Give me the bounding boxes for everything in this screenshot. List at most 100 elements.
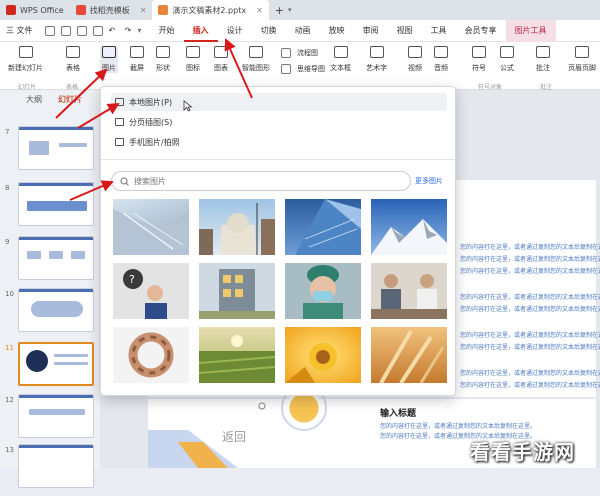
menu-transition[interactable]: 切换 [252,20,286,42]
button-label: 思维导图 [297,65,325,73]
header-footer-button[interactable]: 页眉页脚 [568,46,596,73]
menu-review[interactable]: 审阅 [354,20,388,42]
slide-text: 您的内容打在这里，或者通过复制您的文本后复制在这里。 [460,268,600,275]
search-input[interactable] [134,176,394,186]
header-footer-icon [575,46,589,58]
slide-thumb[interactable]: 13 [0,444,100,496]
undo-icon[interactable]: ↶ [109,26,119,36]
tab-label: WPS Office [20,5,64,15]
tab-slides[interactable]: 幻灯片 [58,94,82,105]
architecture-icon[interactable] [113,199,189,255]
folder-icon[interactable] [60,25,71,36]
menu-design[interactable]: 设计 [218,20,252,42]
building-icon[interactable] [199,263,275,319]
menu-phone-picture[interactable]: 手机图片/拍照 [111,133,447,151]
menu-label: 本地图片(P) [129,97,173,107]
sunflower-icon[interactable] [285,327,361,383]
button-label: 新建幻灯片 [8,64,43,72]
slide-text: 您的内容打在这里，或者通过复制您的文本后复制在这里。 [460,344,600,351]
meeting-icon[interactable] [371,263,447,319]
icon-button[interactable]: 图标 [186,46,200,73]
shape-button[interactable]: 形状 [156,46,170,73]
menu-view[interactable]: 视图 [388,20,422,42]
button-label: 页眉页脚 [568,64,596,72]
more-pictures-link[interactable]: 更多图片 [415,176,443,186]
ppt-icon [158,5,169,15]
tab-wps-office[interactable]: WPS Office [0,0,70,20]
slide-text: 您的内容打在这里，或者通过复制您的文本后复制在这里。 [460,256,600,263]
symbol-button[interactable]: 符号 [472,46,486,73]
tab-outline[interactable]: 大纲 [26,94,42,105]
mindmap-icon [281,64,291,74]
menu-tools[interactable]: 工具 [422,20,456,42]
save-icon[interactable] [44,25,55,36]
menu-vip[interactable]: 会员专享 [456,20,506,42]
menu-file[interactable]: 三 文件 [0,20,42,42]
menu-label: 手机图片/拍照 [129,137,180,147]
cathedral-icon[interactable] [199,199,275,255]
field-sunset-icon[interactable] [199,327,275,383]
search-icon [120,176,129,186]
picture-search[interactable] [111,171,411,191]
shape-icon [156,46,170,58]
video-button[interactable]: 视频 [408,46,422,73]
slide-thumb[interactable]: 7 [0,126,100,178]
menu-paged-picture[interactable]: 分页插图(S) [111,113,447,131]
wps-logo-icon [6,5,16,15]
menu-insert[interactable]: 插入 [183,20,218,42]
wheat-icon[interactable] [371,327,447,383]
wordart-button[interactable]: 艺术字 [366,46,387,73]
print-icon[interactable] [76,25,87,36]
smart-graphic-icon [249,46,263,58]
audio-icon [434,46,448,58]
menu-home[interactable]: 开始 [150,20,184,42]
slide-text: 您的内容打在这里，或者通过复制您的文本后复制在这里。 [380,423,537,430]
skyscraper-icon[interactable] [285,199,361,255]
formula-button[interactable]: 公式 [500,46,514,73]
preview-icon[interactable] [92,25,103,36]
button-label: 图表 [214,64,228,72]
new-tab-label: + [274,3,285,17]
slide-preview [18,236,94,280]
close-icon[interactable]: ✕ [256,6,263,15]
chart-button[interactable]: 图表 [214,46,228,73]
textbox-button[interactable]: 文本框 [330,46,351,73]
mindmap-button[interactable]: 思维导图 [278,64,325,74]
slide-thumb[interactable]: 9 [0,236,100,288]
tab-template[interactable]: 找稻壳模板 ✕ [70,0,153,20]
slide-thumb[interactable]: 10 [0,288,100,340]
redo-icon[interactable]: ↷ [125,26,135,36]
chevron-down-icon[interactable]: ▾ [138,26,142,35]
watermark: 看看手游网 [470,440,575,464]
slide-thumb[interactable]: 12 [0,394,100,446]
close-icon[interactable]: ✕ [140,6,147,15]
new-tab-button[interactable]: + ▾ [269,0,298,20]
comment-button[interactable]: 批注 [536,46,550,73]
hands-circle-icon[interactable] [113,327,189,383]
slide-text: 您的内容打在这里，或者通过复制您的文本后复制在这里。 [460,382,600,389]
slide-thumb[interactable]: 8 [0,182,100,234]
flowchart-button[interactable]: 流程图 [278,48,318,58]
menu-animation[interactable]: 动画 [286,20,320,42]
phone-icon [115,138,124,146]
slide-preview [18,394,94,438]
new-slide-button[interactable]: 新建幻灯片 [8,46,43,73]
mountains-icon[interactable] [371,199,447,255]
menu-slideshow[interactable]: 放映 [320,20,354,42]
screenshot-button[interactable]: 截屏 [130,46,144,73]
menu-local-picture[interactable]: 本地图片(P) [111,93,447,111]
back-label[interactable]: 返回 [222,428,246,445]
menu-picture-tools[interactable]: 图片工具 [505,19,556,42]
picture-button[interactable]: 图片 [100,46,118,73]
textbox-icon [333,46,348,58]
tab-document[interactable]: 演示文稿素材2.pptx ✕ [152,0,269,20]
doctor-mask-icon[interactable] [285,263,361,319]
question-girl-icon[interactable]: ? [113,263,189,319]
button-label: 图片 [102,64,116,72]
audio-button[interactable]: 音频 [434,46,448,73]
button-label: 批注 [536,64,550,72]
smart-graphic-button[interactable]: 智能图形 [242,46,270,73]
slide-thumb-selected[interactable]: 11 [0,342,100,394]
table-button[interactable]: 表格 [66,46,80,73]
button-label: 截屏 [130,64,144,72]
